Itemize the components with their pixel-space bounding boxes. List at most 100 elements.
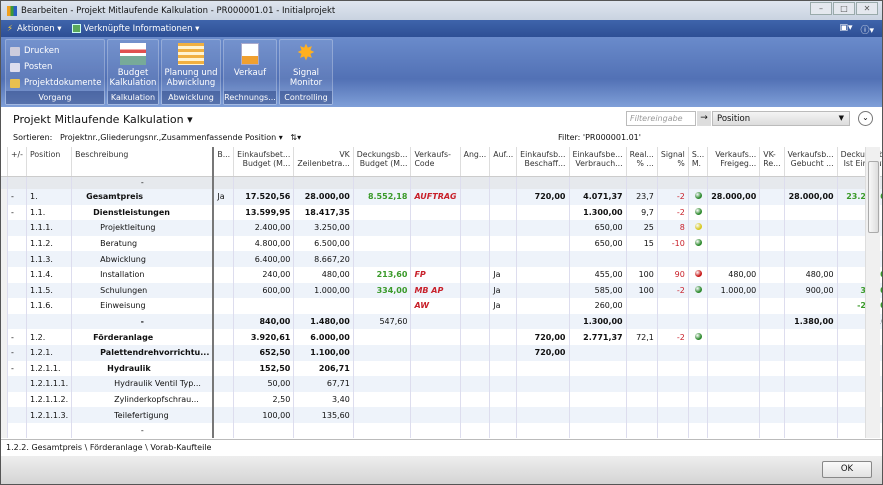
- cell-toggle[interactable]: [7, 422, 27, 438]
- command-bar: ⚡ Aktionen ▾ Verknüpfte Informationen ▾ ▣…: [1, 20, 882, 37]
- cell-besch: [516, 313, 570, 330]
- cell-toggle[interactable]: [7, 251, 27, 267]
- filter-cell[interactable]: [460, 176, 491, 189]
- column-header[interactable]: B...: [213, 147, 235, 177]
- filter-cell[interactable]: [26, 176, 73, 189]
- table-row[interactable]: -840,001.480,00547,601.300,001.380,0080,…: [1, 313, 882, 330]
- table-row[interactable]: -1.2.1. Palettendrehvorrichtu... 652,50 1.1…: [1, 344, 882, 361]
- cell-toggle[interactable]: [7, 407, 27, 423]
- column-header[interactable]: Verkaufs- Code: [410, 147, 461, 177]
- page-title-menu[interactable]: Projekt Mitlaufende Kalkulation ▾: [13, 113, 193, 126]
- filter-cell[interactable]: [410, 176, 461, 189]
- minimize-button[interactable]: –: [810, 2, 832, 15]
- scrollbar-thumb[interactable]: [868, 161, 879, 233]
- table-row[interactable]: -1.2. Förderanlage 3.920,61 6.000,00 720,00 2…: [1, 329, 882, 345]
- filter-cell[interactable]: -: [71, 176, 215, 189]
- actions-menu[interactable]: ⚡ Aktionen ▾: [7, 24, 62, 34]
- table-row[interactable]: 1.1.1. Projektleitung 2.400,00 3.250,00 650,…: [1, 220, 882, 236]
- table-row[interactable]: 1.1.3. Abwicklung 6.400,00 8.667,20: [1, 251, 882, 267]
- table-row[interactable]: -1.2.1.1. Hydraulik 152,50 206,71: [1, 360, 882, 377]
- column-header[interactable]: Einkaufsbet... Budget (M...: [233, 147, 295, 177]
- signal-monitor-button[interactable]: ✸ Signal Monitor: [280, 43, 332, 89]
- filter-row[interactable]: -: [1, 176, 882, 189]
- column-header[interactable]: Deckungsb... Budget (M...: [353, 147, 412, 177]
- cell-geb: [784, 204, 838, 221]
- cell-toggle[interactable]: [7, 376, 27, 392]
- filter-field-select[interactable]: Position ▼: [712, 111, 850, 126]
- planning-button[interactable]: Planung und Abwicklung: [162, 43, 220, 88]
- column-header[interactable]: Auf...: [489, 147, 518, 177]
- filter-cell[interactable]: [784, 176, 838, 189]
- filter-cell[interactable]: [489, 176, 518, 189]
- layout-icon[interactable]: ▣▾: [839, 23, 852, 36]
- budget-calculation-button[interactable]: Budget Kalkulation: [108, 43, 158, 88]
- table-row[interactable]: -: [1, 422, 882, 438]
- column-header[interactable]: Position: [26, 147, 73, 177]
- sort-dropdown[interactable]: Projektnr.,Gliederungsnr.,Zusammenfassen…: [60, 133, 283, 142]
- cell-toggle[interactable]: [7, 313, 27, 330]
- column-header[interactable]: Verkaufsb... Gebucht ...: [784, 147, 838, 177]
- column-header[interactable]: Einkaufsbe... Verbrauch...: [569, 147, 627, 177]
- filter-cell[interactable]: [657, 176, 689, 189]
- cell-toggle[interactable]: -: [7, 329, 27, 345]
- ok-button[interactable]: OK: [822, 461, 872, 478]
- entries-button[interactable]: Posten: [6, 59, 104, 75]
- filter-input[interactable]: Filtereingabe: [626, 111, 696, 126]
- table-row[interactable]: 1.2.1.1.3. Teilefertigung 100,00 135,60: [1, 407, 882, 423]
- table-row[interactable]: 1.1.5. Schulungen 600,00 1.000,00 334,00 MB A…: [1, 282, 882, 299]
- vertical-scrollbar[interactable]: [865, 147, 880, 438]
- filter-cell[interactable]: [569, 176, 627, 189]
- column-header[interactable]: VK- Re...: [759, 147, 785, 177]
- close-button[interactable]: ✕: [856, 2, 878, 15]
- column-header[interactable]: VK Zeilenbetra...: [293, 147, 354, 177]
- column-header[interactable]: +/-: [7, 147, 27, 177]
- column-header[interactable]: Real... % ...: [626, 147, 658, 177]
- expand-filter-button[interactable]: ⌄: [858, 111, 873, 126]
- cell-geb: [784, 251, 838, 267]
- maximize-button[interactable]: □: [833, 2, 855, 15]
- cell-toggle[interactable]: -: [7, 360, 27, 377]
- arrow-right-icon[interactable]: →: [697, 111, 711, 126]
- help-icon[interactable]: ⓘ▾: [860, 23, 874, 36]
- table-row[interactable]: 1.2.1.1.1. Hydraulik Ventil Typ... 50,00 67…: [1, 376, 882, 392]
- column-header[interactable]: S... M.: [688, 147, 709, 177]
- filter-cell[interactable]: [353, 176, 412, 189]
- filter-cell[interactable]: [293, 176, 354, 189]
- cell-toggle[interactable]: [7, 266, 27, 283]
- cell-verb: [569, 360, 627, 377]
- filter-cell[interactable]: [759, 176, 785, 189]
- sort-direction-icon[interactable]: ⇅▾: [290, 133, 301, 142]
- project-documents-button[interactable]: Projektdokumente: [6, 75, 104, 91]
- cell-toggle[interactable]: [7, 220, 27, 236]
- table-row[interactable]: 1.2.1.1.2. Zylinderkopfschrau... 2,50 3,40: [1, 391, 882, 408]
- table-row[interactable]: -1.1. Dienstleistungen 13.599,95 18.417,35 1…: [1, 204, 882, 221]
- cell-toggle[interactable]: [7, 298, 27, 314]
- filter-cell[interactable]: [7, 176, 27, 189]
- filter-cell[interactable]: [707, 176, 761, 189]
- related-info-menu[interactable]: Verknüpfte Informationen ▾: [71, 24, 199, 34]
- sales-button[interactable]: Verkauf: [224, 43, 276, 78]
- filter-cell[interactable]: [213, 176, 235, 189]
- column-header[interactable]: Signal %: [657, 147, 689, 177]
- cell-ekb: 50,00: [233, 376, 295, 392]
- filter-cell[interactable]: [516, 176, 570, 189]
- table-row[interactable]: 1.1.2. Beratung 4.800,00 6.500,00 650,00 15 -1…: [1, 235, 882, 252]
- column-header[interactable]: Beschreibung: [71, 147, 215, 177]
- column-header[interactable]: Ang...: [460, 147, 491, 177]
- column-header[interactable]: Einkaufsb... Beschaff...: [516, 147, 570, 177]
- column-header[interactable]: Verkaufs... Freigeg...: [707, 147, 761, 177]
- entries-icon: [10, 62, 20, 72]
- cell-toggle[interactable]: -: [7, 344, 27, 361]
- cell-toggle[interactable]: [7, 282, 27, 299]
- filter-cell[interactable]: [626, 176, 658, 189]
- cell-toggle[interactable]: -: [7, 204, 27, 221]
- print-button[interactable]: Drucken: [6, 43, 104, 59]
- table-row[interactable]: -1. Gesamtpreis Ja 17.520,56 28.000,00 8.552,…: [1, 189, 882, 205]
- cell-toggle[interactable]: [7, 235, 27, 252]
- cell-toggle[interactable]: [7, 391, 27, 408]
- filter-cell[interactable]: [233, 176, 295, 189]
- cell-toggle[interactable]: -: [7, 189, 27, 205]
- table-row[interactable]: 1.1.6.EinweisungAWJa260,00-260,00: [1, 298, 882, 314]
- table-row[interactable]: 1.1.4. Installation 240,00 480,00 213,60 FP Ja…: [1, 266, 882, 283]
- filter-cell[interactable]: [688, 176, 709, 189]
